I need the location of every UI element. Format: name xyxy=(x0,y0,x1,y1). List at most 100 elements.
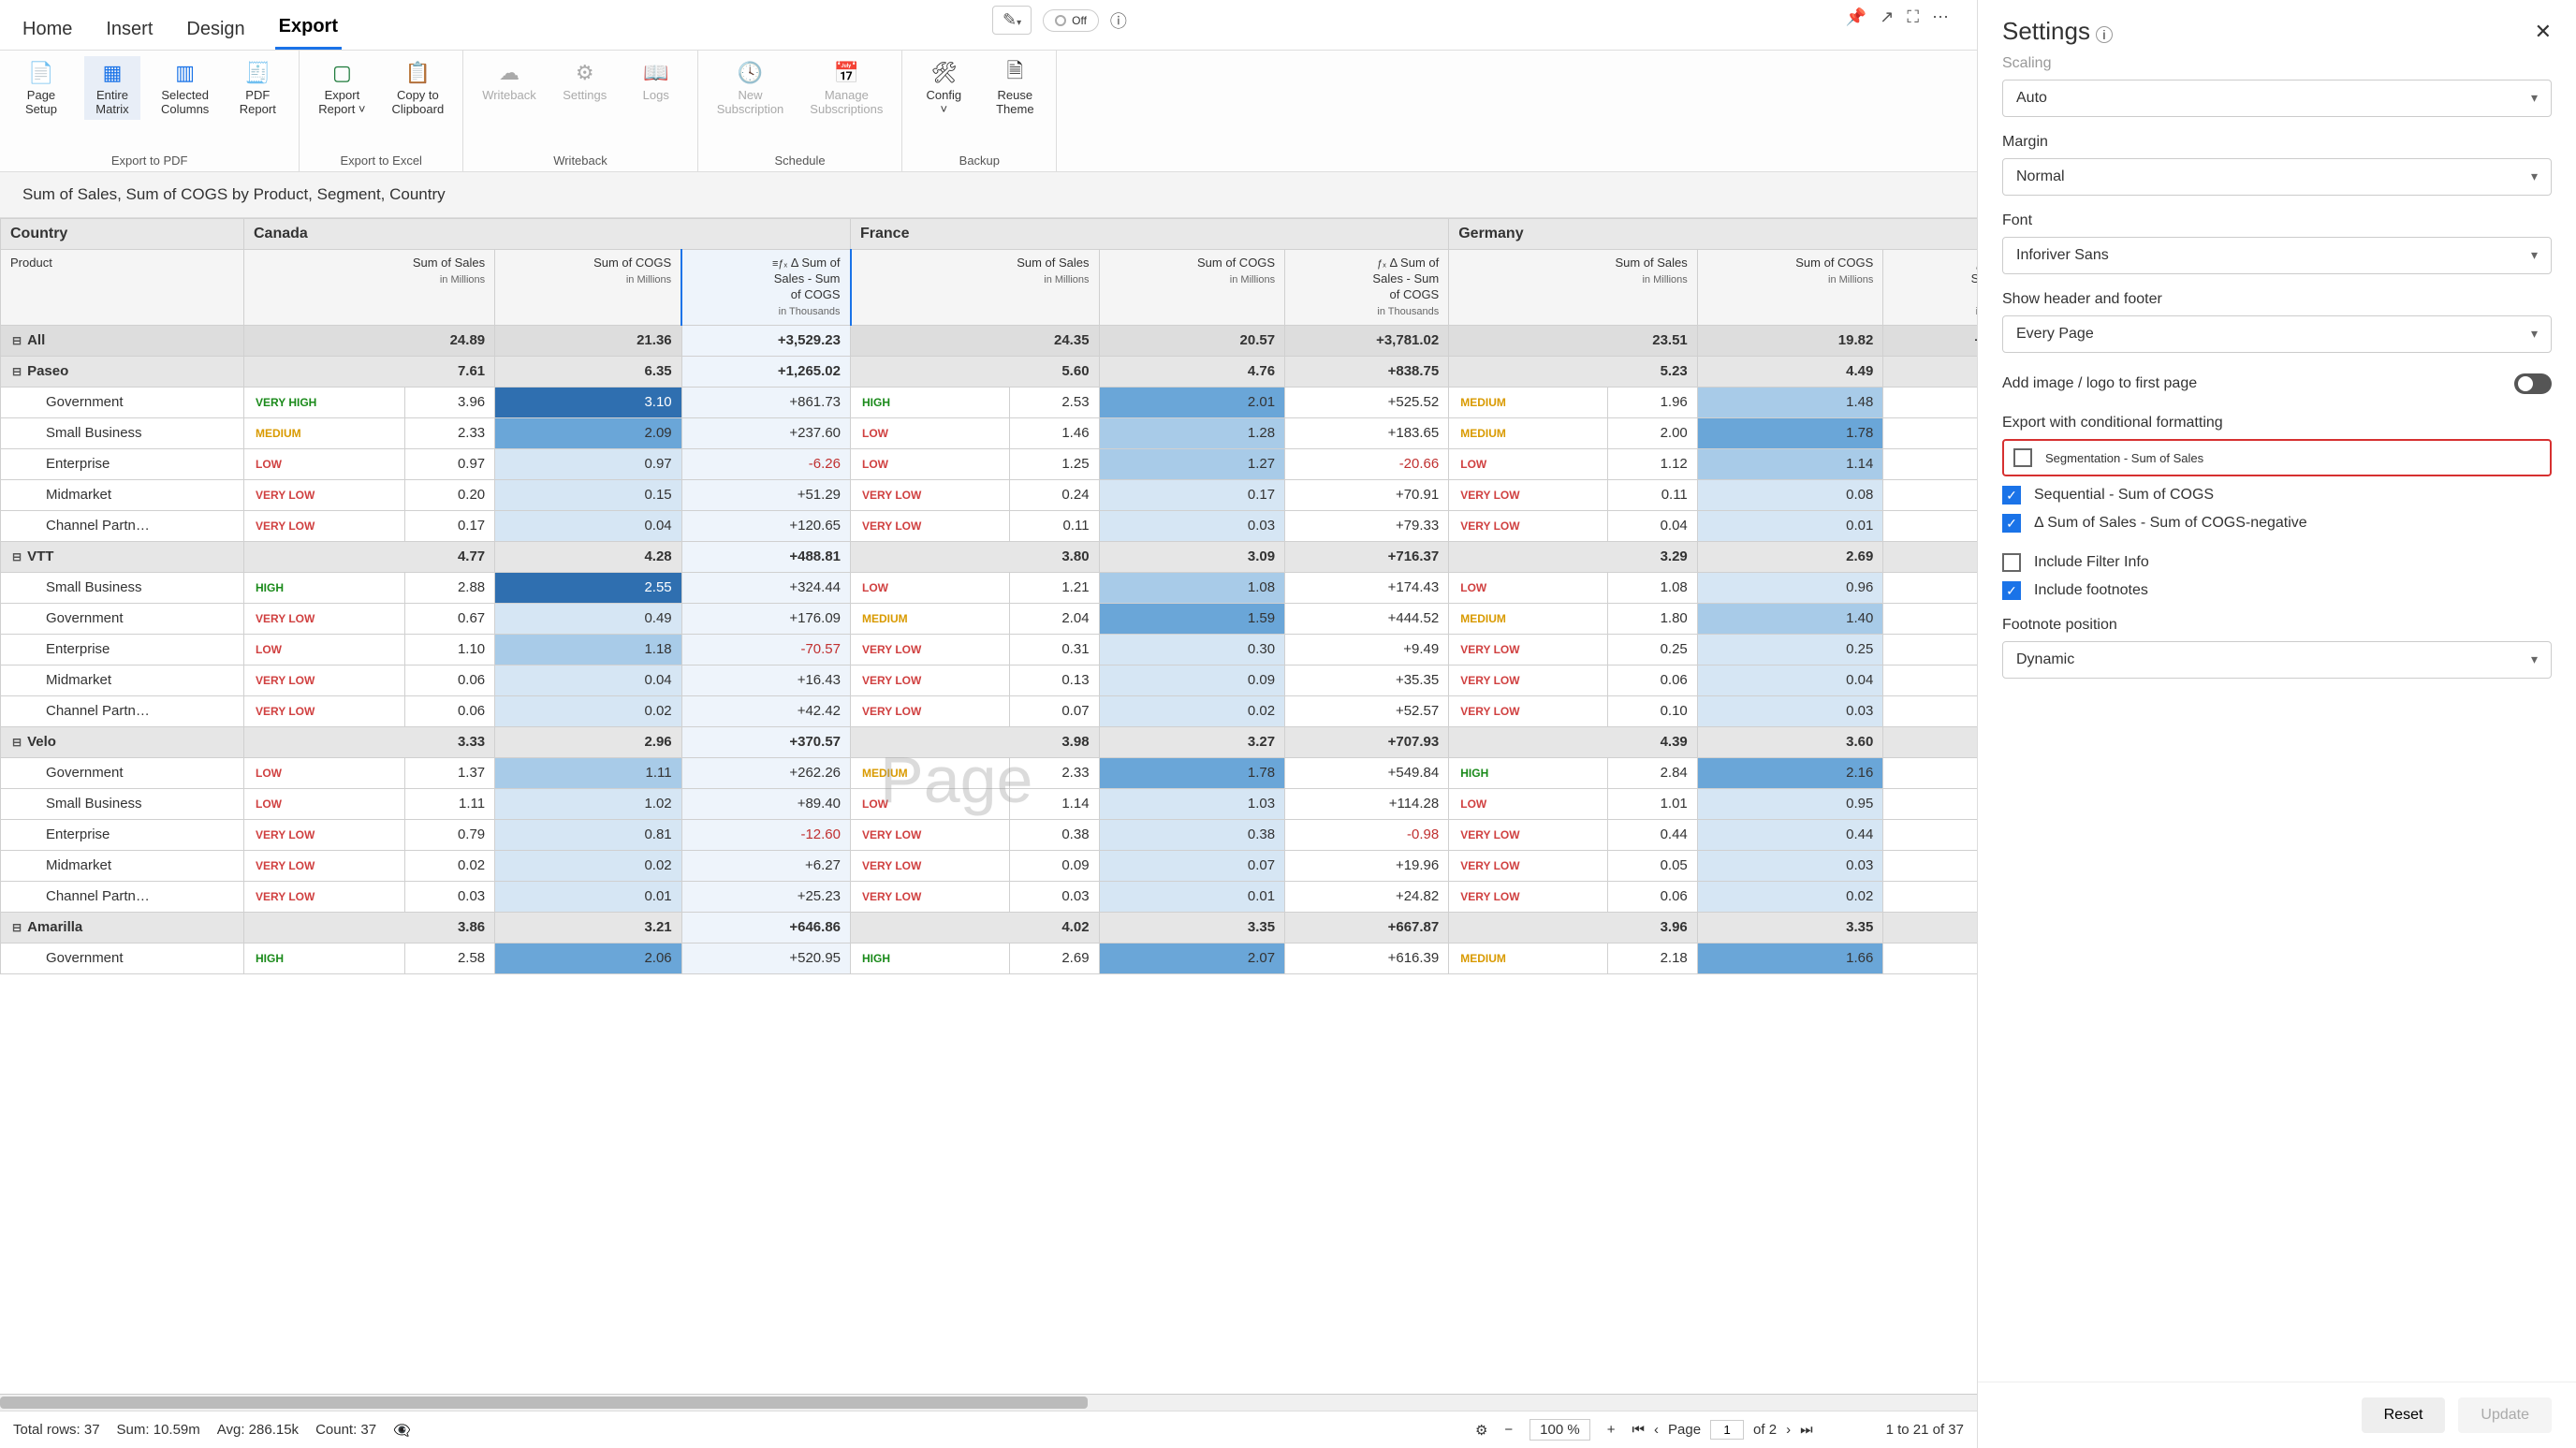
fpos-select[interactable]: Dynamic xyxy=(2002,641,2552,679)
gear-icon[interactable]: ⚙ xyxy=(1475,1422,1487,1439)
table-row[interactable]: GovernmentHIGH2.582.06+520.95HIGH2.692.0… xyxy=(1,943,1978,973)
de-cogs-header[interactable]: Sum of COGSin Millions xyxy=(1697,250,1883,326)
cf-segmentation-checkbox[interactable] xyxy=(2013,448,2032,467)
cf-delta-row[interactable]: ✓ Δ Sum of Sales - Sum of COGS-negative xyxy=(2002,514,2552,533)
table-row[interactable]: Channel Partn…VERY LOW0.030.01+25.23VERY… xyxy=(1,881,1978,912)
footnotes-checkbox[interactable]: ✓ xyxy=(2002,581,2021,600)
filter-row[interactable]: Include Filter Info xyxy=(2002,553,2552,572)
table-row[interactable]: ⊟VTT4.774.28+488.813.803.09+716.373.292.… xyxy=(1,541,1978,572)
copy-clipboard-button[interactable]: 📋Copy to Clipboard xyxy=(387,56,450,120)
zoom-out-button[interactable]: − xyxy=(1504,1422,1513,1438)
config-button[interactable]: 🛠Config ˅ xyxy=(915,56,972,120)
expand-icon[interactable]: ⊟ xyxy=(12,550,22,563)
zoom-in-button[interactable]: + xyxy=(1607,1422,1616,1438)
update-button[interactable]: Update xyxy=(2458,1397,2552,1433)
table-row[interactable]: Small BusinessLOW1.111.02+89.40LOW1.141.… xyxy=(1,788,1978,819)
toggle-off-pill[interactable]: Off xyxy=(1043,9,1099,32)
table-row[interactable]: ⊟All24.8921.36+3,529.2324.3520.57+3,781.… xyxy=(1,325,1978,356)
tab-design[interactable]: Design xyxy=(183,11,248,50)
zoom-value[interactable]: 100 % xyxy=(1530,1419,1590,1441)
expand-icon[interactable]: ⊟ xyxy=(12,365,22,378)
table-row[interactable]: MidmarketVERY LOW0.200.15+51.29VERY LOW0… xyxy=(1,479,1978,510)
fr-cogs-header[interactable]: Sum of COGSin Millions xyxy=(1099,250,1285,326)
last-page-button[interactable]: ⏭ xyxy=(1800,1422,1813,1438)
table-row[interactable]: Small BusinessHIGH2.882.55+324.44LOW1.21… xyxy=(1,572,1978,603)
data-table-wrap[interactable]: Page Country Canada France Germany Mexic… xyxy=(0,218,1977,1394)
de-sales-header[interactable]: Sum of Salesin Millions xyxy=(1449,250,1698,326)
expand-icon[interactable]: ⛶ xyxy=(1907,7,1919,27)
table-row[interactable]: ⊟Amarilla3.863.21+646.864.023.35+667.873… xyxy=(1,912,1978,943)
tab-home[interactable]: Home xyxy=(19,11,76,50)
footnotes-row[interactable]: ✓ Include footnotes xyxy=(2002,581,2552,600)
first-page-button[interactable]: ⏮ xyxy=(1632,1422,1645,1438)
scaling-label-clipped: Scaling xyxy=(2002,55,2552,72)
cf-label: Export with conditional formatting xyxy=(2002,415,2552,431)
scaling-select[interactable]: Auto xyxy=(2002,80,2552,117)
font-select[interactable]: Inforiver Sans xyxy=(2002,237,2552,274)
table-row[interactable]: EnterpriseLOW0.970.97-6.26LOW1.251.27-20… xyxy=(1,448,1978,479)
horizontal-scrollbar[interactable] xyxy=(0,1394,1977,1411)
table-row[interactable]: ⊟Paseo7.616.35+1,265.025.604.76+838.755.… xyxy=(1,356,1978,387)
expand-icon[interactable]: ⊟ xyxy=(12,921,22,934)
pin-icon[interactable]: 📌 xyxy=(1846,7,1866,27)
new-sub-button: 🕓New Subscription xyxy=(711,56,790,120)
table-row[interactable]: GovernmentVERY LOW0.670.49+176.09MEDIUM2… xyxy=(1,603,1978,634)
group-excel-label: Export to Excel xyxy=(341,150,422,168)
row-range: 1 to 21 of 37 xyxy=(1886,1422,1964,1438)
de-diff-header[interactable]: ƒₓ Δ Sum of Sales - Sum of COGSin Thousa… xyxy=(1883,250,1977,326)
logo-toggle[interactable] xyxy=(2514,373,2552,394)
prev-page-button[interactable]: ‹ xyxy=(1654,1422,1659,1438)
table-row[interactable]: ⊟Velo3.332.96+370.573.983.27+707.934.393… xyxy=(1,726,1978,757)
expand-icon[interactable]: ⊟ xyxy=(12,736,22,749)
tab-export[interactable]: Export xyxy=(275,8,342,50)
header-select[interactable]: Every Page xyxy=(2002,315,2552,353)
cf-sequential-row[interactable]: ✓ Sequential - Sum of COGS xyxy=(2002,486,2552,505)
cf-delta-checkbox[interactable]: ✓ xyxy=(2002,514,2021,533)
table-row[interactable]: MidmarketVERY LOW0.060.04+16.43VERY LOW0… xyxy=(1,665,1978,695)
info-icon[interactable]: i xyxy=(2096,26,2113,43)
selected-columns-button[interactable]: ▥Selected Columns xyxy=(155,56,214,120)
ca-diff-header[interactable]: ≡ƒₓ Δ Sum of Sales - Sum of COGSin Thous… xyxy=(681,250,850,326)
close-settings-button[interactable]: ✕ xyxy=(2535,20,2552,44)
ca-sales-header[interactable]: Sum of Salesin Millions xyxy=(244,250,495,326)
more-icon[interactable]: ⋯ xyxy=(1932,7,1949,27)
report-subtitle: Sum of Sales, Sum of COGS by Product, Se… xyxy=(0,172,1977,218)
next-page-button[interactable]: › xyxy=(1786,1422,1791,1438)
eye-off-icon[interactable]: 👁‍🗨 xyxy=(393,1422,411,1439)
page-setup-button[interactable]: 📄Page Setup xyxy=(13,56,69,120)
margin-select[interactable]: Normal xyxy=(2002,158,2552,196)
tab-insert[interactable]: Insert xyxy=(102,11,156,50)
reset-button[interactable]: Reset xyxy=(2362,1397,2446,1433)
table-row[interactable]: Channel Partn…VERY LOW0.170.04+120.65VER… xyxy=(1,510,1978,541)
info-icon[interactable]: ⓘ xyxy=(1110,8,1127,33)
status-count: Count: 37 xyxy=(315,1422,376,1438)
cf-segmentation-row[interactable]: Segmentation - Sum of Sales xyxy=(2002,439,2552,476)
fr-sales-header[interactable]: Sum of Salesin Millions xyxy=(851,250,1100,326)
export-report-button[interactable]: ▢Export Report ˅ xyxy=(313,56,371,120)
fr-diff-header[interactable]: ƒₓ Δ Sum of Sales - Sum of COGSin Thousa… xyxy=(1285,250,1449,326)
pdf-report-button[interactable]: 🧾PDF Report xyxy=(229,56,285,120)
arrow-icon[interactable]: ↗ xyxy=(1880,7,1894,27)
cf-sequential-checkbox[interactable]: ✓ xyxy=(2002,486,2021,505)
grid-icon: ▦ xyxy=(99,60,125,86)
table-row[interactable]: GovernmentLOW1.371.11+262.26MEDIUM2.331.… xyxy=(1,757,1978,788)
table-row[interactable]: EnterpriseLOW1.101.18-70.57VERY LOW0.310… xyxy=(1,634,1978,665)
table-row[interactable]: Channel Partn…VERY LOW0.060.02+42.42VERY… xyxy=(1,695,1978,726)
reuse-theme-button[interactable]: 🗎Reuse Theme xyxy=(987,56,1043,120)
ca-cogs-header[interactable]: Sum of COGSin Millions xyxy=(495,250,682,326)
table-row[interactable]: Small BusinessMEDIUM2.332.09+237.60LOW1.… xyxy=(1,417,1978,448)
col-canada[interactable]: Canada xyxy=(244,219,851,250)
col-germany[interactable]: Germany xyxy=(1449,219,1977,250)
json-icon: 🗎 xyxy=(1002,60,1028,86)
table-row[interactable]: GovernmentVERY HIGH3.963.10+861.73HIGH2.… xyxy=(1,387,1978,417)
excel-icon: ▢ xyxy=(329,60,355,86)
book-icon: 📖 xyxy=(643,60,669,86)
table-row[interactable]: MidmarketVERY LOW0.020.02+6.27VERY LOW0.… xyxy=(1,850,1978,881)
entire-matrix-button[interactable]: ▦Entire Matrix xyxy=(84,56,140,120)
filter-checkbox[interactable] xyxy=(2002,553,2021,572)
col-france[interactable]: France xyxy=(851,219,1449,250)
expand-icon[interactable]: ⊟ xyxy=(12,334,22,347)
note-icon[interactable]: ✎▾ xyxy=(992,6,1032,35)
table-row[interactable]: EnterpriseVERY LOW0.790.81-12.60VERY LOW… xyxy=(1,819,1978,850)
page-input[interactable] xyxy=(1710,1420,1744,1440)
